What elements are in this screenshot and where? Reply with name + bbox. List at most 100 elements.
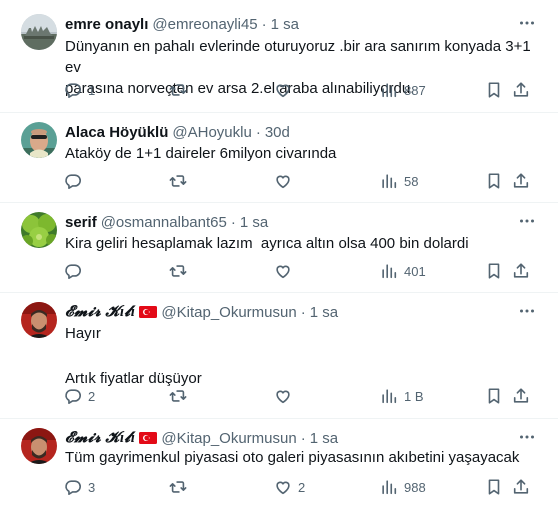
author-name[interactable]: emre onaylı [65, 16, 148, 33]
tweet-text: Ataköy de 1+1 daireler 6milyon civarında [65, 143, 538, 164]
views-icon [382, 480, 397, 495]
heart-icon [276, 175, 290, 189]
view-count: 887 [404, 82, 426, 98]
retweet-button[interactable] [169, 261, 193, 281]
retweet-icon [169, 481, 187, 493]
reply-button[interactable]: 2 [64, 386, 95, 406]
share-button[interactable] [512, 261, 530, 281]
bookmark-button[interactable] [485, 171, 503, 191]
like-button[interactable] [274, 80, 298, 100]
retweet-button[interactable] [169, 386, 193, 406]
view-count: 988 [404, 479, 426, 495]
share-button[interactable] [512, 171, 530, 191]
timestamp[interactable]: 30d [265, 124, 290, 141]
reply-count: 1 [88, 82, 96, 98]
views-button[interactable]: 1 B [380, 386, 424, 406]
tweet[interactable]: serif @osmannalbant65 · 1 sa Kira geliri… [0, 203, 558, 293]
views-icon [382, 83, 397, 98]
more-icon[interactable] [518, 428, 536, 446]
heart-icon [276, 390, 290, 404]
timestamp[interactable]: 1 sa [271, 16, 299, 33]
timestamp[interactable]: 1 sa [240, 214, 268, 231]
action-bar: 401 [58, 261, 538, 281]
tweet-text: Hayır Artık fiyatlar düşüyor [65, 323, 538, 389]
view-count: 58 [404, 173, 419, 189]
separator-dot: · [300, 303, 306, 321]
reply-button[interactable] [64, 171, 88, 191]
turkey-flag-icon [139, 432, 158, 444]
view-count: 1 B [404, 388, 424, 404]
reply-icon [65, 389, 81, 405]
reply-count: 3 [88, 479, 96, 495]
retweet-button[interactable] [169, 80, 193, 100]
heart-icon [276, 84, 290, 98]
reply-icon [65, 480, 81, 496]
like-button[interactable] [274, 386, 298, 406]
tweet-text-line: Dünyanın en pahalı evlerinde oturuyoruz … [65, 38, 531, 76]
retweet-icon [169, 175, 187, 187]
avatar[interactable] [21, 14, 57, 50]
avatar[interactable] [21, 122, 57, 158]
author-handle[interactable]: @AHoyuklu [172, 124, 251, 141]
tweet[interactable]: emre onaylı @emreonayli45 · 1 sa Dünyanı… [0, 0, 558, 113]
share-icon [513, 479, 529, 494]
like-button[interactable] [274, 261, 298, 281]
reply-icon [65, 174, 81, 190]
views-icon [382, 174, 397, 189]
views-button[interactable]: 401 [380, 261, 426, 281]
share-button[interactable] [512, 386, 530, 406]
separator-dot: · [255, 123, 261, 141]
views-button[interactable]: 988 [380, 477, 426, 497]
like-button[interactable] [274, 171, 298, 191]
author-name[interactable]: Alaca Höyüklü [65, 124, 168, 141]
author-handle[interactable]: @osmannalbant65 [101, 214, 227, 231]
more-icon[interactable] [518, 14, 536, 32]
more-icon[interactable] [518, 212, 536, 230]
share-button[interactable] [512, 477, 530, 497]
bookmark-icon [488, 263, 500, 279]
bookmark-icon [488, 388, 500, 404]
views-icon [382, 264, 397, 279]
share-icon [513, 82, 529, 97]
reply-icon [65, 264, 81, 280]
bookmark-button[interactable] [485, 386, 503, 406]
bookmark-button[interactable] [485, 261, 503, 281]
avatar[interactable] [21, 212, 57, 248]
views-button[interactable]: 887 [380, 80, 426, 100]
bookmark-button[interactable] [485, 80, 503, 100]
author-name[interactable]: serif [65, 214, 97, 231]
like-button[interactable]: 2 [274, 477, 305, 497]
tweet-text-line [65, 344, 538, 365]
tweet-text-line: Kira geliri hesaplamak lazım ayrıca altı… [65, 235, 469, 252]
tweet-text-line: Tüm gayrimenkul piyasasi oto galeri piya… [65, 449, 520, 466]
timestamp[interactable]: 1 sa [310, 304, 338, 321]
bookmark-button[interactable] [485, 477, 503, 497]
retweet-button[interactable] [169, 171, 193, 191]
tweet-text: Kira geliri hesaplamak lazım ayrıca altı… [65, 233, 538, 254]
action-bar: 3 2 988 [58, 477, 538, 497]
heart-icon [276, 265, 290, 279]
share-button[interactable] [512, 80, 530, 100]
reply-button[interactable] [64, 261, 88, 281]
author-handle[interactable]: @Kitap_Okurmusun [161, 430, 296, 447]
separator-dot: · [230, 213, 236, 231]
separator-dot: · [300, 429, 306, 447]
tweet-text: Tüm gayrimenkul piyasasi oto galeri piya… [65, 447, 538, 468]
share-icon [513, 388, 529, 403]
author-name[interactable]: 𝓔𝓶𝓲𝓻 𝓚ı𝓵ı [65, 429, 135, 447]
avatar[interactable] [21, 428, 57, 464]
author-handle[interactable]: @emreonayli45 [152, 16, 257, 33]
tweet[interactable]: Alaca Höyüklü @AHoyuklu · 30d Ataköy de … [0, 113, 558, 203]
tweet[interactable]: 𝓔𝓶𝓲𝓻 𝓚ı𝓵ı @Kitap_Okurmusun · 1 sa Tüm ga… [0, 419, 558, 508]
author-handle[interactable]: @Kitap_Okurmusun [161, 304, 296, 321]
retweet-button[interactable] [169, 477, 193, 497]
reply-button[interactable]: 1 [64, 80, 95, 100]
author-name[interactable]: 𝓔𝓶𝓲𝓻 𝓚ı𝓵ı [65, 303, 135, 321]
reply-button[interactable]: 3 [64, 477, 95, 497]
tweet[interactable]: 𝓔𝓶𝓲𝓻 𝓚ı𝓵ı @Kitap_Okurmusun · 1 sa Hayır … [0, 293, 558, 419]
more-icon[interactable] [518, 302, 536, 320]
share-icon [513, 173, 529, 188]
views-button[interactable]: 58 [380, 171, 418, 191]
avatar[interactable] [21, 302, 57, 338]
timestamp[interactable]: 1 sa [310, 430, 338, 447]
